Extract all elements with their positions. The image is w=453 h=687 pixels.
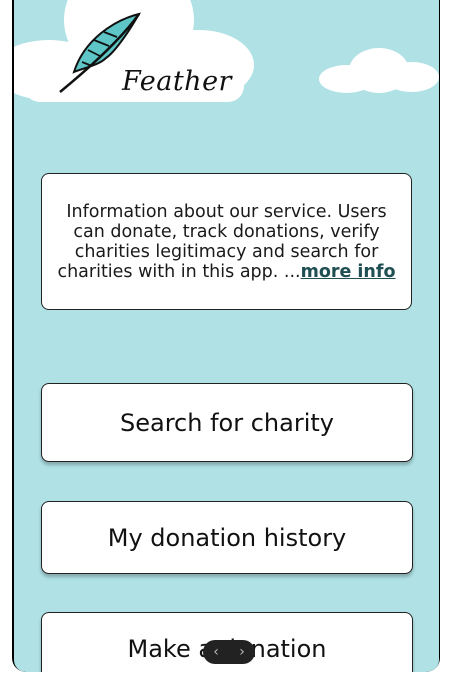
app-name: Feather [122,66,232,97]
info-description: Information about our service. Users can… [52,202,401,282]
nav-pill: ‹ › [203,640,255,664]
cloud-decoration [384,62,439,92]
search-charity-button[interactable]: Search for charity [41,383,413,462]
info-card: Information about our service. Users can… [41,173,412,310]
app-screen: Feather Information about our service. U… [14,0,439,672]
search-charity-label: Search for charity [120,408,334,437]
donation-history-button[interactable]: My donation history [41,501,413,574]
back-arrow-icon[interactable]: ‹ [213,644,219,660]
app-logo: Feather [54,10,254,100]
device-frame: Feather Information about our service. U… [12,0,440,672]
more-info-link[interactable]: more info [301,262,396,282]
donation-history-label: My donation history [107,523,347,552]
forward-arrow-icon[interactable]: › [239,644,245,660]
